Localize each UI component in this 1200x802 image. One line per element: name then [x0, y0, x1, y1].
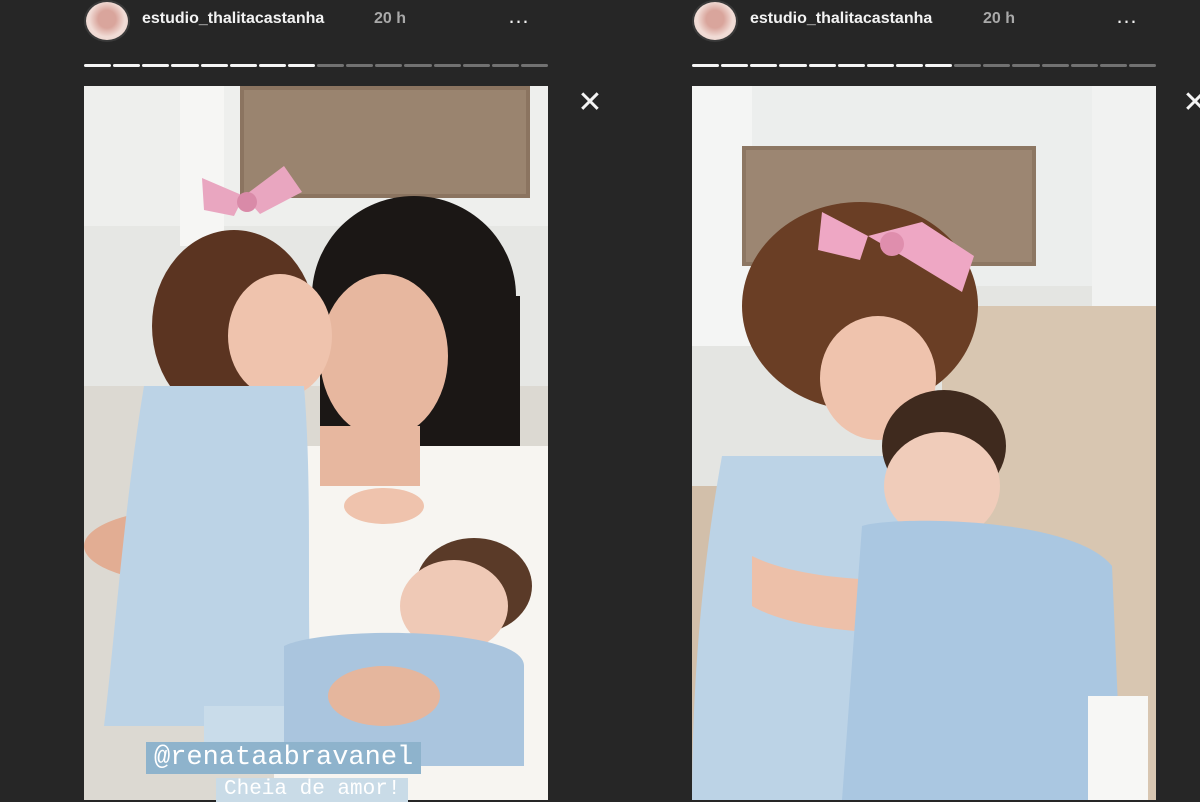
caption-text: Cheia de amor! — [216, 778, 409, 802]
more-options-icon[interactable]: … — [502, 3, 536, 31]
story-progress-segment — [837, 64, 865, 67]
story-progress-segment — [171, 64, 199, 67]
story-progress-segment — [433, 64, 461, 67]
post-time: 20 h — [983, 10, 1016, 27]
story-progress-segment — [808, 64, 836, 67]
close-icon[interactable]: ✕ — [1180, 88, 1200, 118]
story-progress-segment — [954, 64, 982, 67]
story-progress-bar — [84, 64, 548, 67]
more-options-icon[interactable]: … — [1110, 3, 1144, 31]
story-progress-segment — [1012, 64, 1040, 67]
story-progress-segment — [491, 64, 519, 67]
story-header: estudio_thalitacastanha 20 h … — [692, 0, 1158, 42]
story-progress-segment — [346, 64, 374, 67]
story-progress-bar — [692, 64, 1156, 67]
story-viewer-right: estudio_thalitacastanha 20 h … — [692, 0, 1158, 800]
siblings-photo-image — [692, 86, 1156, 800]
story-progress-segment — [721, 64, 749, 67]
profile-avatar[interactable] — [84, 0, 130, 42]
story-photo — [84, 86, 548, 800]
story-progress-segment — [142, 64, 170, 67]
story-progress-segment — [84, 64, 112, 67]
story-viewer-left: estudio_thalitacastanha 20 h … @renataab… — [84, 0, 550, 802]
story-progress-segment — [925, 64, 953, 67]
story-progress-segment — [750, 64, 778, 67]
family-photo-image — [84, 86, 548, 800]
story-progress-segment — [287, 64, 315, 67]
story-progress-segment — [1128, 64, 1156, 67]
story-progress-segment — [866, 64, 894, 67]
story-progress-segment — [1041, 64, 1069, 67]
post-time: 20 h — [374, 10, 407, 27]
story-progress-segment — [375, 64, 403, 67]
story-progress-segment — [692, 64, 720, 67]
story-progress-segment — [258, 64, 286, 67]
mention-sticker[interactable]: @renataabravanel — [146, 742, 422, 774]
story-header: estudio_thalitacastanha 20 h … — [84, 0, 550, 42]
username[interactable]: estudio_thalitacastanha — [750, 10, 932, 28]
story-progress-segment — [983, 64, 1011, 67]
profile-avatar[interactable] — [692, 0, 738, 42]
story-progress-segment — [113, 64, 141, 67]
story-progress-segment — [1070, 64, 1098, 67]
story-progress-segment — [404, 64, 432, 67]
story-progress-segment — [200, 64, 228, 67]
story-progress-segment — [520, 64, 548, 67]
username[interactable]: estudio_thalitacastanha — [142, 10, 324, 28]
close-icon[interactable]: ✕ — [575, 88, 605, 118]
story-progress-segment — [462, 64, 490, 67]
story-progress-segment — [229, 64, 257, 67]
story-progress-segment — [895, 64, 923, 67]
story-progress-segment — [317, 64, 345, 67]
story-progress-segment — [779, 64, 807, 67]
story-progress-segment — [1099, 64, 1127, 67]
story-photo — [692, 86, 1156, 800]
